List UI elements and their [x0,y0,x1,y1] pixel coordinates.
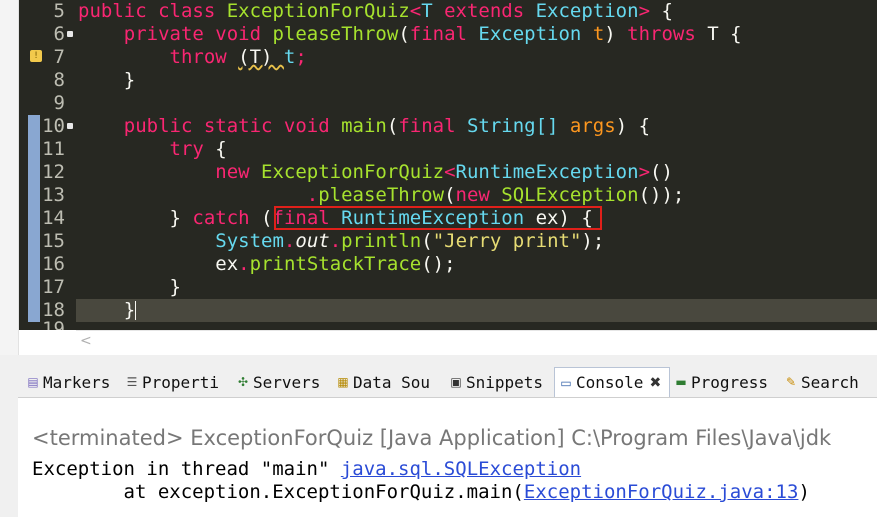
text-cursor [135,301,137,320]
line-number: 11 [42,138,65,160]
line-number: 17 [42,276,65,298]
tab-console[interactable]: ▭ Console ✖ [554,367,670,397]
line-number: 9 [53,92,65,114]
panel-separator[interactable] [0,355,877,367]
code-line-16: ex.printStackTrace(); [215,253,456,275]
line-number: 19 [42,318,65,330]
code-editor[interactable]: ! 5 6 7 8 9 10 11 12 13 14 15 16 17 18 1… [0,0,877,355]
line-number: 16 [42,253,65,275]
tab-search[interactable]: ✎ Search [784,367,859,397]
line-number: 14 [42,207,65,229]
tab-servers[interactable]: ✣ Servers [236,367,320,397]
console-icon: ▭ [560,375,572,390]
line-number: 7 [53,46,65,68]
tab-data-source[interactable]: ▦ Data Sou [336,367,430,397]
tab-properties[interactable]: ☰ Properti [125,367,219,397]
horizontal-scrollbar[interactable]: < [76,330,877,352]
fold-collapse-icon[interactable] [67,31,73,37]
bottom-panel-tabbar: ▤ Markers ☰ Properti ✣ Servers ▦ Data Sou ▣ S… [18,367,877,398]
current-line-highlight [76,299,877,322]
code-line-8: } [78,69,136,91]
markers-icon: ▤ [27,375,39,389]
properties-icon: ☰ [126,375,138,389]
tab-markers[interactable]: ▤ Markers [26,367,110,397]
line-number: 12 [42,161,65,183]
line-number: 5 [53,0,65,22]
source-location-link[interactable]: ExceptionForQuiz.java:13 [524,481,799,503]
tab-progress[interactable]: ▬ Progress [674,367,768,397]
progress-icon: ▬ [675,375,687,389]
code-line-17: } [78,276,181,298]
code-line-13: .pleaseThrow(new SQLException()); [306,184,685,206]
code-line-6: private void pleaseThrow(final Exception… [123,23,742,45]
close-icon[interactable]: ✖ [649,375,661,391]
fold-collapse-icon[interactable] [67,123,73,129]
line-number: 8 [53,69,65,91]
code-line-5: public class ExceptionForQuiz<T extends … [78,0,673,22]
tab-snippets[interactable]: ▣ Snippets [449,367,543,397]
line-number: 13 [42,184,65,206]
code-line-12: new ExceptionForQuiz<RuntimeException>() [215,161,673,183]
code-line-10: public static void main(final String[] a… [123,115,651,137]
exception-link[interactable]: java.sql.SQLException [341,458,581,480]
search-icon: ✎ [785,375,797,389]
code-line-11: try { [169,138,227,160]
console-title: <terminated> ExceptionForQuiz [Java Appl… [32,426,832,450]
servers-icon: ✣ [237,375,249,389]
code-line-15: System.out.println("Jerry print"); [215,230,605,252]
line-number: 15 [42,230,65,252]
code-line-18: } [78,299,137,321]
line-number: 6 [53,23,65,45]
data-source-icon: ▦ [337,375,349,389]
console-line: Exception in thread "main" java.sql.SQLE… [32,458,582,480]
highlight-annotation-box [274,206,602,230]
scroll-left-icon[interactable]: < [80,333,92,349]
console-output[interactable]: <terminated> ExceptionForQuiz [Java Appl… [18,398,877,517]
editor-left-margin [0,0,19,355]
line-number: 10 [42,115,65,137]
code-line-7: throw (T) t; [169,46,307,68]
console-line: at exception.ExceptionForQuiz.main(Excep… [32,481,810,503]
snippets-icon: ▣ [450,375,462,389]
